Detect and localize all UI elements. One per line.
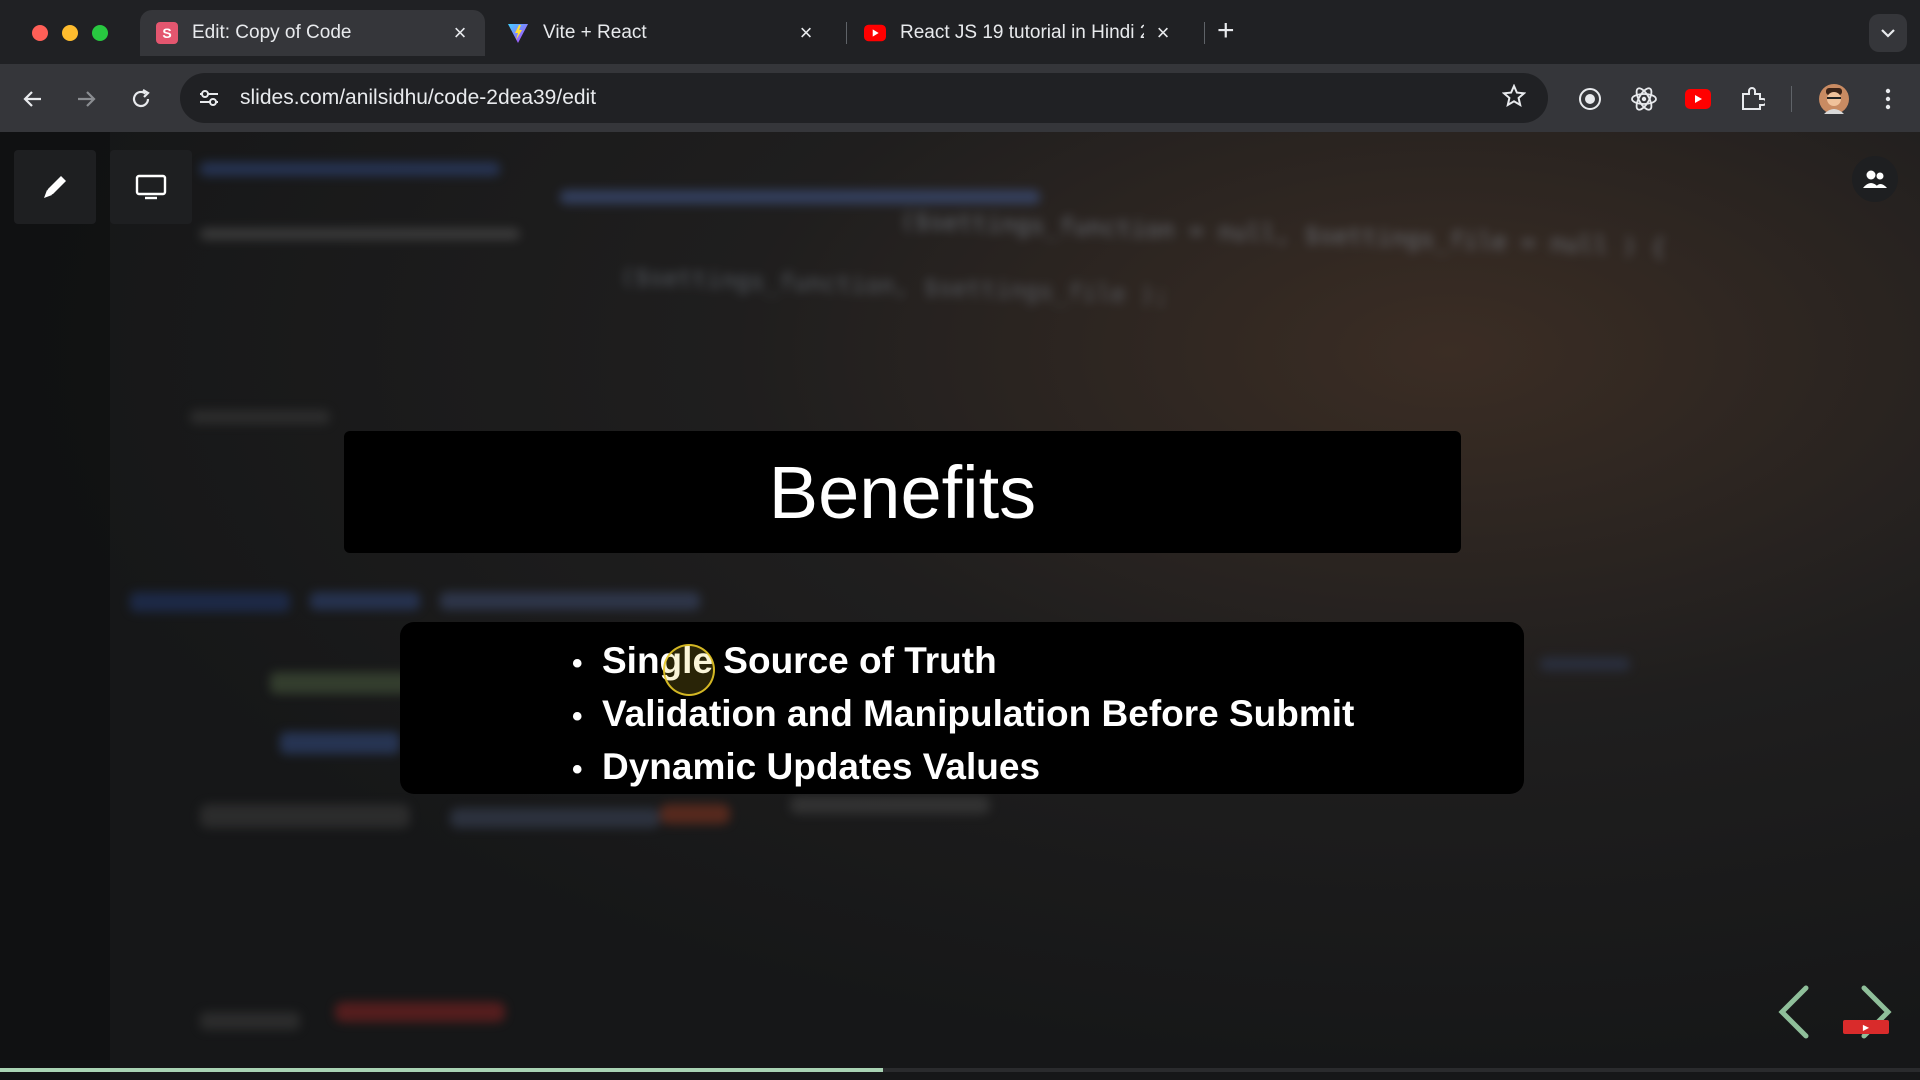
monitor-icon	[135, 174, 167, 200]
code-line: ($settings_function = null, $settings_fi…	[899, 206, 1667, 262]
site-settings-icon[interactable]	[194, 88, 224, 108]
tab-close-icon[interactable]: ×	[1152, 20, 1174, 46]
slide-title: Benefits	[768, 450, 1037, 534]
more-vertical-icon	[1885, 88, 1891, 110]
slide-canvas: ($settings_function = null, $settings_fi…	[0, 132, 1920, 1080]
present-button[interactable]	[110, 150, 192, 224]
back-button[interactable]	[18, 84, 48, 114]
next-slide-button[interactable]	[1858, 984, 1894, 1045]
window-maximize-button[interactable]	[92, 25, 108, 41]
new-tab-button[interactable]: +	[1217, 14, 1235, 48]
tab-close-icon[interactable]: ×	[795, 20, 817, 46]
react-devtools-icon[interactable]	[1628, 83, 1660, 115]
arrow-left-icon	[23, 91, 41, 107]
tab-slides[interactable]: S Edit: Copy of Code ×	[140, 10, 485, 56]
extensions-puzzle-icon[interactable]	[1736, 83, 1768, 115]
code-line: ($settings_function, $settings_file );	[619, 262, 1170, 310]
slides-icon: S	[156, 22, 178, 44]
tab-label: Edit: Copy of Code	[192, 22, 352, 43]
tab-separator	[1204, 22, 1205, 44]
vite-icon	[507, 22, 529, 44]
users-icon	[1863, 170, 1887, 188]
record-extension-icon[interactable]	[1574, 83, 1606, 115]
tab-strip: S Edit: Copy of Code × Vite + React × Re…	[0, 0, 1920, 64]
reload-button[interactable]	[126, 84, 156, 114]
browser-toolbar	[0, 64, 1920, 132]
browser-menu-button[interactable]	[1872, 83, 1904, 115]
window-minimize-button[interactable]	[62, 25, 78, 41]
slide-progress-track	[0, 1068, 1920, 1072]
address-bar[interactable]	[180, 73, 1548, 123]
tab-search-button[interactable]	[1869, 14, 1907, 52]
previous-slide-button[interactable]	[1776, 984, 1812, 1045]
profile-avatar[interactable]	[1818, 83, 1850, 115]
reload-icon	[132, 89, 150, 108]
chevron-down-icon	[1881, 29, 1895, 38]
tab-label: React JS 19 tutorial in Hindi 2	[900, 22, 1144, 43]
tab-vite-react[interactable]: Vite + React ×	[491, 10, 831, 56]
toolbar-separator	[1791, 86, 1792, 112]
cursor-highlight	[663, 644, 715, 696]
slide-title-box[interactable]: Benefits	[344, 431, 1461, 553]
slide-progress-fill	[0, 1068, 884, 1072]
youtube-icon	[864, 22, 886, 44]
youtube-subscribe-badge: ▶	[1843, 1020, 1889, 1034]
tab-youtube[interactable]: React JS 19 tutorial in Hindi 2 ×	[848, 10, 1188, 56]
tab-close-icon[interactable]: ×	[449, 20, 471, 46]
tab-separator	[846, 22, 847, 44]
collaborators-button[interactable]	[1852, 156, 1898, 202]
forward-button[interactable]	[71, 84, 101, 114]
window-close-button[interactable]	[32, 25, 48, 41]
slide-bullet-box[interactable]: Single Source of Truth Validation and Ma…	[400, 622, 1524, 794]
background-code-image: ($settings_function = null, $settings_fi…	[0, 132, 1920, 1080]
pencil-icon	[44, 176, 66, 198]
tab-label: Vite + React	[543, 22, 647, 43]
edit-pencil-button[interactable]	[14, 150, 96, 224]
url-input[interactable]	[238, 85, 1502, 111]
youtube-extension-icon[interactable]	[1682, 83, 1714, 115]
arrow-right-icon	[78, 91, 96, 107]
bullet-item: Dynamic Updates Values	[572, 742, 1354, 795]
chevron-left-icon	[1778, 985, 1809, 1039]
bullet-item: Validation and Manipulation Before Submi…	[572, 689, 1354, 742]
bookmark-star-icon[interactable]	[1501, 83, 1527, 113]
